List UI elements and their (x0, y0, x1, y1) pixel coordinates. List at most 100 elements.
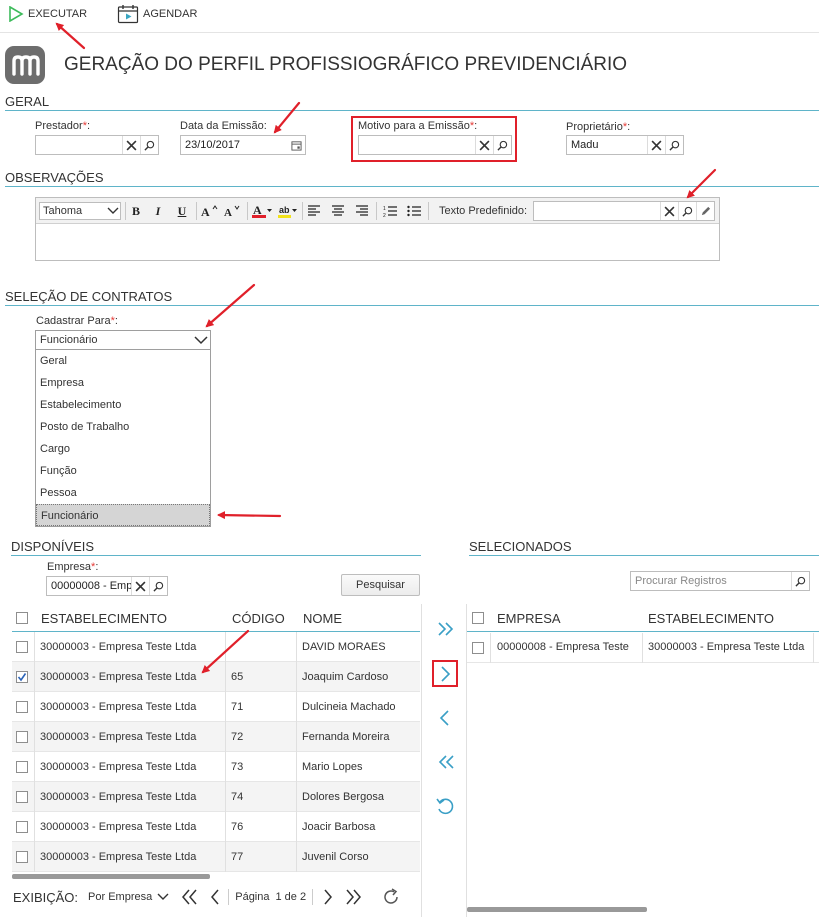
table-row[interactable]: 30000003 - Empresa Teste Ltda 73 Mario Lop… (12, 752, 420, 782)
exibicao-select[interactable]: Por Empresa (88, 891, 170, 903)
cadastrar-para-select[interactable]: Funcionário (35, 330, 211, 350)
select-all-checkbox[interactable] (472, 612, 484, 624)
cell-estabelecimento: 30000003 - Empresa Teste Ltda (648, 641, 805, 653)
clear-icon[interactable] (131, 577, 149, 595)
font-size-down-icon[interactable]: A (224, 203, 242, 219)
font-color-icon[interactable]: A (252, 203, 274, 219)
dropdown-option-posto-trabalho[interactable]: Posto de Trabalho (36, 416, 210, 438)
first-page-icon[interactable] (180, 888, 200, 906)
search-icon[interactable] (665, 136, 683, 154)
cell-estabelecimento: 30000003 - Empresa Teste Ltda (40, 701, 197, 713)
empresa-label: Empresa*: (47, 561, 99, 573)
row-checkbox[interactable] (16, 791, 28, 803)
cadastrar-para-dropdown[interactable]: Geral Empresa Estabelecimento Posto de T… (35, 349, 211, 527)
editor-content-area[interactable] (36, 224, 719, 260)
row-checkbox[interactable] (16, 821, 28, 833)
calendar-picker-icon[interactable] (287, 136, 305, 154)
text-predefinido-field[interactable] (533, 201, 715, 221)
proprietario-field[interactable]: Madu (566, 135, 684, 155)
procurar-registros-input[interactable]: Procurar Registros (630, 571, 810, 591)
table-row[interactable]: 30000003 - Empresa Teste Ltda 76 Joacir Ba… (12, 812, 420, 842)
table-row[interactable]: 30000003 - Empresa Teste Ltda 72 Fernanda … (12, 722, 420, 752)
undo-icon (436, 798, 454, 815)
table-row[interactable]: 30000003 - Empresa Teste Ltda 71 Dulcineia… (12, 692, 420, 722)
table-row[interactable]: 30000003 - Empresa Teste Ltda 74 Dolores B… (12, 782, 420, 812)
row-checkbox[interactable] (16, 701, 28, 713)
schedule-button[interactable]: AGENDAR (117, 4, 197, 24)
select-all-checkbox[interactable] (16, 612, 28, 624)
last-page-icon[interactable] (343, 888, 363, 906)
align-right-icon[interactable] (354, 203, 370, 219)
row-checkbox[interactable] (16, 731, 28, 743)
font-size-up-icon[interactable]: A (200, 203, 220, 219)
dropdown-option-cargo[interactable]: Cargo (36, 438, 210, 460)
row-checkbox[interactable] (472, 642, 484, 654)
dropdown-option-estabelecimento[interactable]: Estabelecimento (36, 394, 210, 416)
horizontal-scrollbar-thumb[interactable] (12, 874, 210, 879)
dropdown-option-funcao[interactable]: Função (36, 460, 210, 482)
next-page-icon[interactable] (321, 888, 335, 906)
section-selecao-line (5, 305, 819, 306)
row-checkbox[interactable] (16, 761, 28, 773)
dropdown-option-empresa[interactable]: Empresa (36, 372, 210, 394)
column-header-nome[interactable]: NOME (303, 611, 342, 626)
dropdown-option-geral[interactable]: Geral (36, 350, 210, 372)
clear-icon[interactable] (122, 136, 140, 154)
search-icon[interactable] (140, 136, 158, 154)
refresh-icon[interactable] (381, 887, 401, 907)
table-row[interactable]: 30000003 - Empresa Teste Ltda 77 Juvenil C… (12, 842, 420, 872)
empresa-field[interactable]: 00000008 - Empr (46, 576, 168, 596)
row-checkbox[interactable] (16, 851, 28, 863)
column-header-codigo[interactable]: CÓDIGO (232, 611, 285, 626)
column-header-estabelecimento[interactable]: ESTABELECIMENTO (41, 611, 167, 626)
search-icon[interactable] (149, 577, 167, 595)
svg-text:ab: ab (279, 205, 290, 215)
table-row[interactable]: 30000003 - Empresa Teste Ltda 65 Joaquim C… (12, 662, 420, 692)
italic-button[interactable]: I (150, 203, 166, 219)
clear-icon[interactable] (475, 136, 493, 154)
bold-button[interactable]: B (128, 203, 144, 219)
pesquisar-button[interactable]: Pesquisar (341, 574, 420, 596)
cell-estabelecimento: 30000003 - Empresa Teste Ltda (40, 821, 197, 833)
grid-column-divider (34, 632, 35, 872)
prestador-field[interactable] (35, 135, 159, 155)
pencil-icon[interactable] (696, 202, 714, 220)
observacoes-editor[interactable]: Tahoma B I U A A A ab 12 Texto Predefini… (35, 197, 720, 261)
move-all-left-button[interactable] (434, 750, 458, 774)
disponiveis-line (11, 555, 421, 556)
previous-page-icon[interactable] (208, 888, 222, 906)
data-emissao-field[interactable]: 23/10/2017 (180, 135, 306, 155)
column-header-empresa[interactable]: EMPRESA (497, 611, 561, 626)
row-checkbox[interactable] (16, 671, 28, 683)
align-left-icon[interactable] (306, 203, 322, 219)
reset-button[interactable] (433, 794, 457, 818)
selecionados-line (469, 555, 819, 556)
execute-button[interactable]: EXECUTAR (8, 6, 87, 22)
ordered-list-icon[interactable]: 12 (382, 203, 398, 219)
align-center-icon[interactable] (330, 203, 346, 219)
search-icon[interactable] (791, 572, 809, 590)
motivo-field[interactable] (358, 135, 512, 155)
move-right-button[interactable] (433, 662, 457, 686)
section-observacoes-line (5, 186, 819, 187)
horizontal-scrollbar-thumb[interactable] (467, 907, 647, 912)
row-checkbox[interactable] (16, 641, 28, 653)
move-all-right-button[interactable] (434, 617, 458, 641)
dropdown-option-pessoa[interactable]: Pessoa (36, 482, 210, 504)
search-icon[interactable] (493, 136, 511, 154)
move-left-button[interactable] (433, 706, 457, 730)
table-row[interactable]: 30000003 - Empresa Teste Ltda DAVID MORAE… (12, 632, 420, 662)
clear-icon[interactable] (660, 202, 678, 220)
chevron-right-icon (441, 666, 451, 682)
search-icon[interactable] (678, 202, 696, 220)
clear-icon[interactable] (647, 136, 665, 154)
font-select[interactable]: Tahoma (39, 202, 121, 220)
prestador-label: Prestador*: (35, 120, 91, 132)
grid-column-divider (642, 633, 643, 663)
dropdown-option-funcionario[interactable]: Funcionário (36, 504, 210, 526)
highlight-color-icon[interactable]: ab (278, 203, 298, 219)
column-header-estabelecimento[interactable]: ESTABELECIMENTO (648, 611, 774, 626)
bullet-list-icon[interactable] (406, 203, 422, 219)
table-row[interactable]: 00000008 - Empresa Teste 30000003 - Empr… (467, 633, 819, 663)
underline-button[interactable]: U (174, 203, 190, 219)
